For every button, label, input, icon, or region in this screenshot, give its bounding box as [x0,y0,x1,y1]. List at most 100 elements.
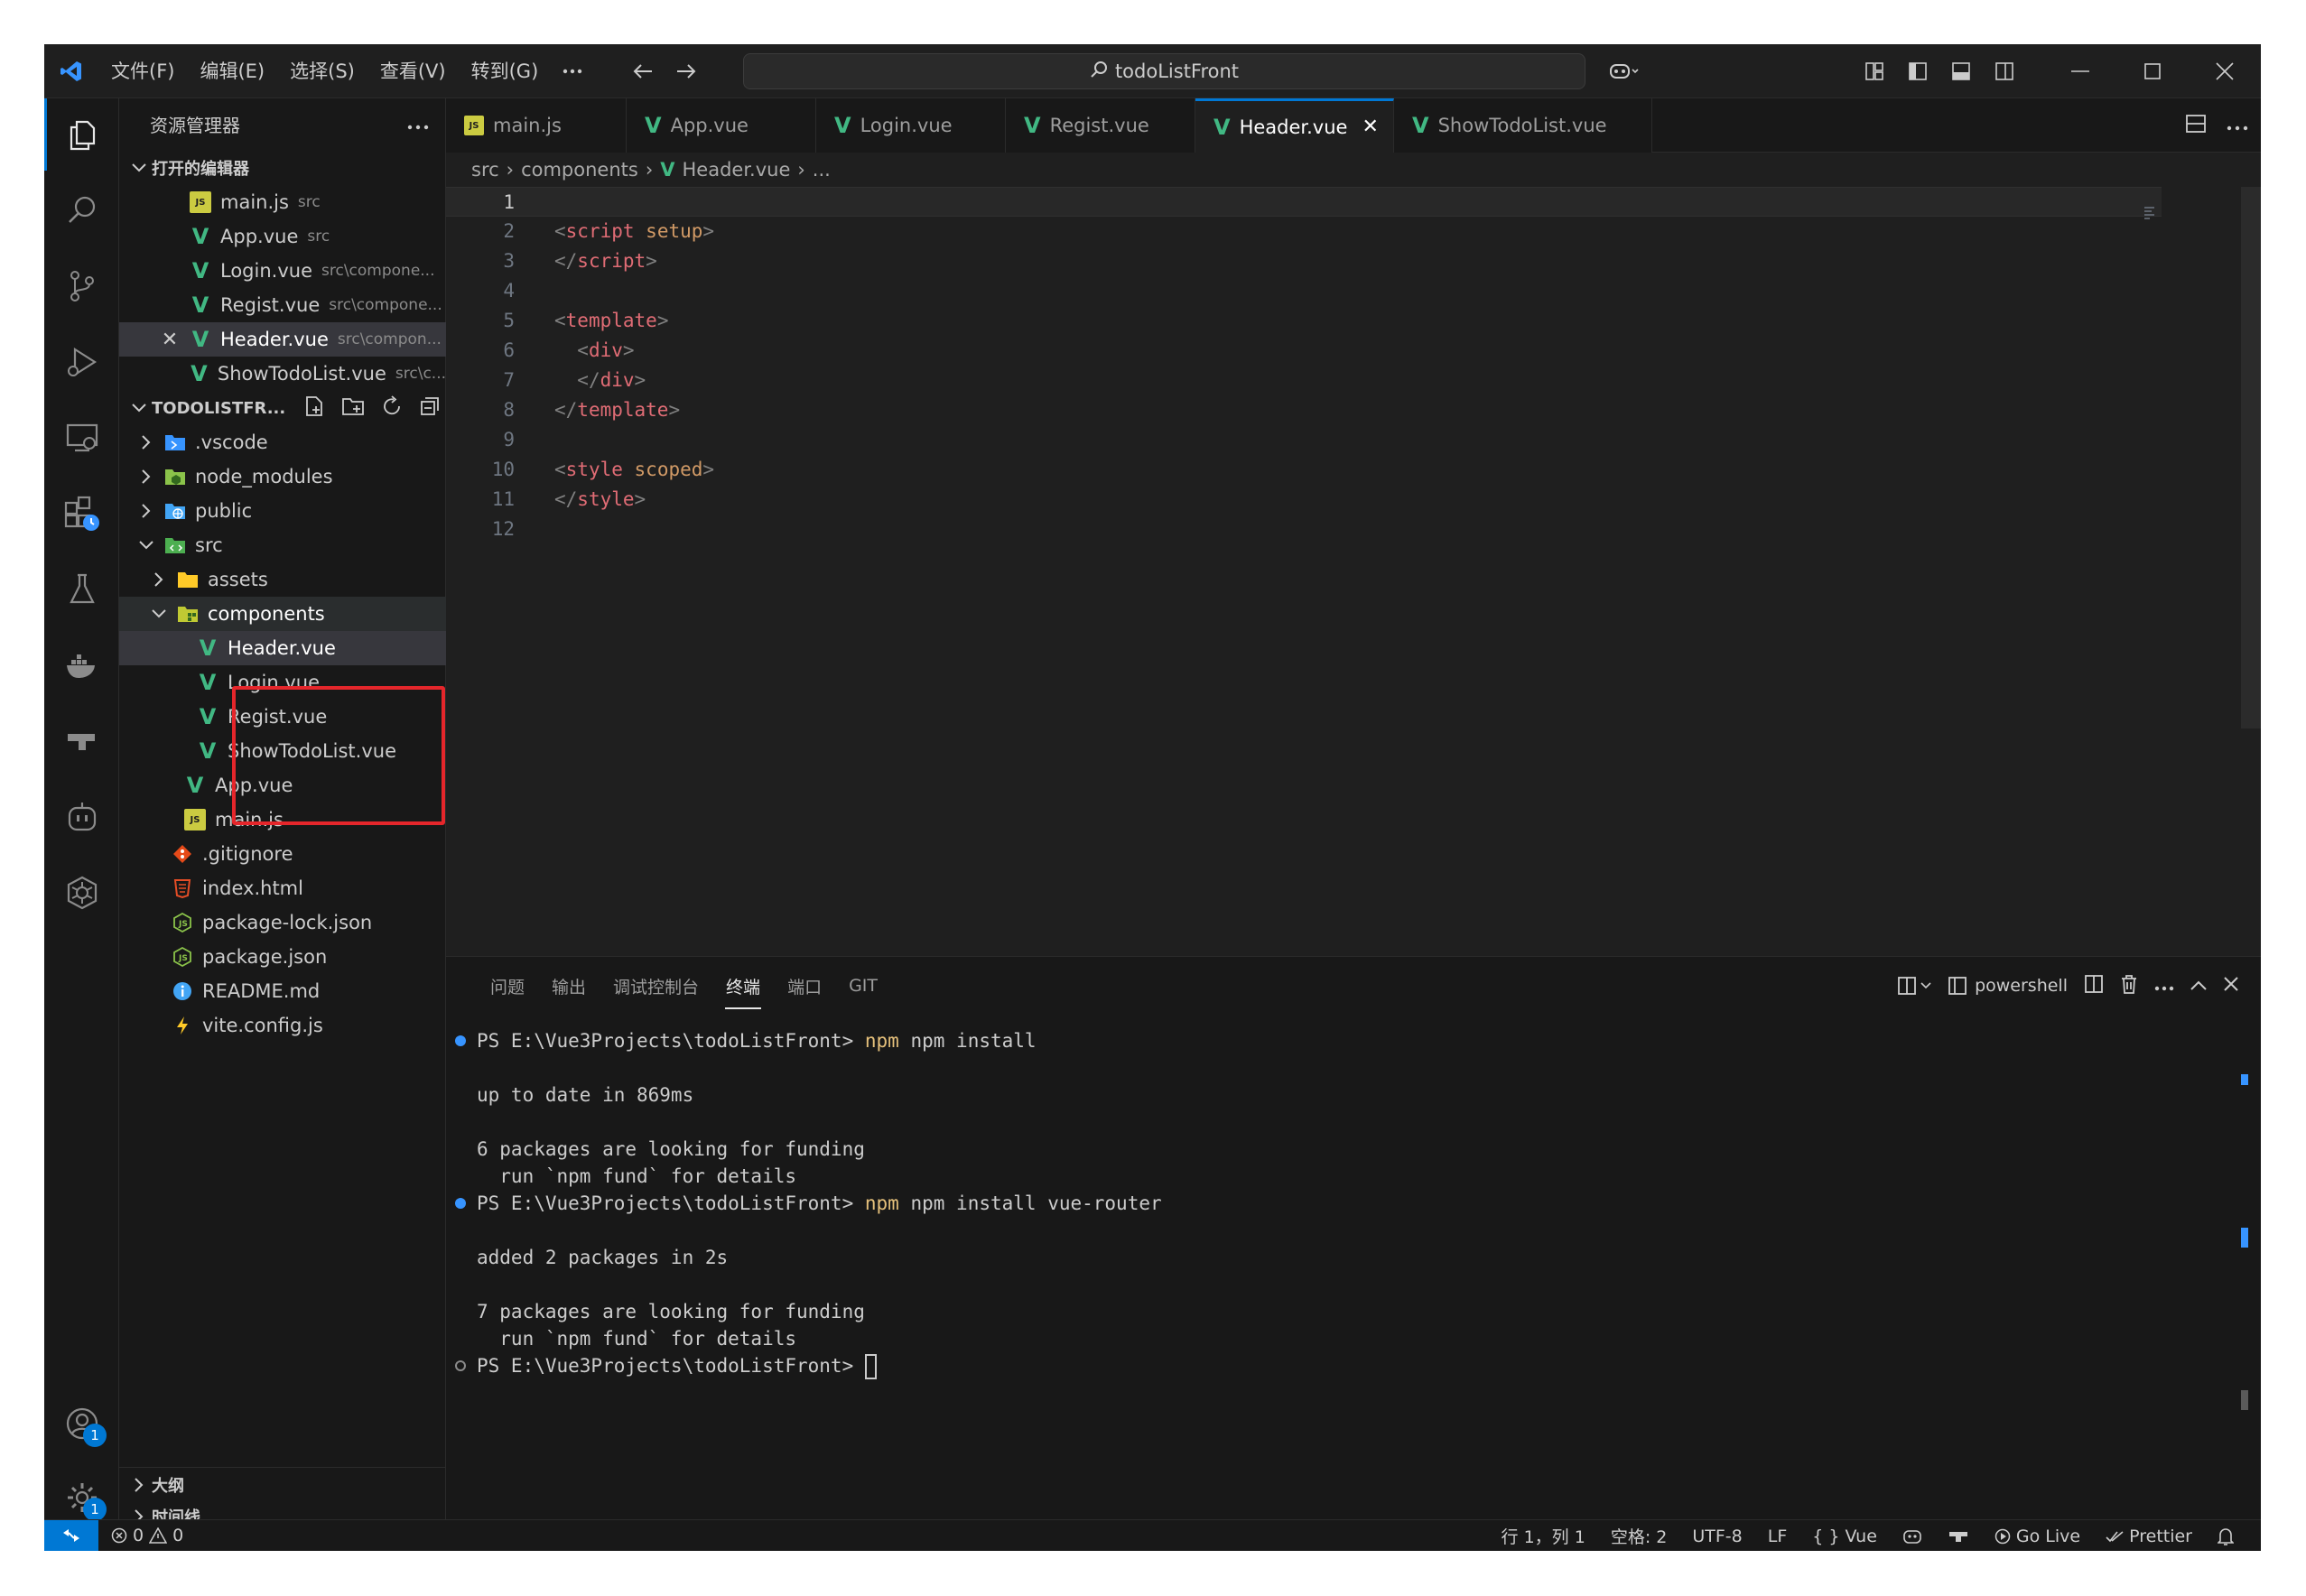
end-of-line[interactable]: LF [1755,1526,1800,1546]
open-editor-item[interactable]: V ShowTodoList.vue src\c... [119,357,446,391]
breadcrumb-components[interactable]: components [521,159,638,181]
open-editor-item[interactable]: V App.vue src [119,219,446,254]
tree-item-file[interactable]: vite.config.js [119,1008,446,1043]
open-editor-item[interactable]: JS main.js src [119,185,446,219]
command-center-search[interactable]: todoListFront [743,53,1585,89]
copilot-status-icon[interactable] [1890,1528,1935,1545]
tab-problems[interactable]: 问题 [477,967,538,1006]
indentation[interactable]: 空格: 2 [1598,1524,1680,1548]
source-control-icon[interactable] [44,250,119,322]
problems-status[interactable]: 0 0 [98,1526,196,1545]
live-share-icon[interactable] [44,705,119,777]
back-arrow-icon[interactable] [621,53,665,89]
new-folder-icon[interactable] [341,395,365,422]
split-terminal-icon[interactable] [2084,974,2104,998]
minimize-icon[interactable] [2044,44,2116,98]
tree-item-file[interactable]: V App.vue [119,768,446,803]
tab-header-vue[interactable]: V Header.vue ✕ [1195,98,1394,153]
explorer-icon[interactable] [44,98,119,171]
testing-icon[interactable] [44,553,119,626]
language-mode[interactable]: { } Vue [1799,1526,1890,1546]
forward-arrow-icon[interactable] [665,53,708,89]
tab-terminal[interactable]: 终端 [712,967,774,1009]
cursor-position[interactable]: 行 1，列 1 [1489,1524,1598,1548]
close-panel-icon[interactable] [2223,976,2239,997]
more-menu-icon[interactable] [551,53,594,89]
close-tab-icon[interactable]: ✕ [1362,116,1378,138]
project-header[interactable]: TODOLISTFR... [119,391,446,425]
tree-item-file[interactable]: JS package.json [119,940,446,974]
tree-item-folder[interactable]: components [119,597,446,631]
tree-item-folder[interactable]: assets [119,562,446,597]
tree-item-file[interactable]: index.html [119,871,446,905]
tree-item-file[interactable]: V Regist.vue [119,700,446,734]
docker-icon[interactable] [44,629,119,701]
tab-output[interactable]: 输出 [538,967,600,1006]
tree-item-file[interactable]: JS package-lock.json [119,905,446,940]
tab-login-vue[interactable]: V Login.vue [816,98,1006,153]
editor-scrollbar[interactable] [2241,187,2261,728]
open-editor-item[interactable]: V Regist.vue src\compone... [119,288,446,322]
tab-debug-console[interactable]: 调试控制台 [600,967,712,1006]
tree-item-folder[interactable]: .vscode [119,425,446,459]
accounts-icon[interactable]: 1 [44,1387,119,1460]
toggle-sidebar-icon[interactable] [1896,53,1939,89]
new-terminal-dropdown[interactable] [1897,976,1931,996]
tree-item-file[interactable]: README.md [119,974,446,1008]
tab-main-js[interactable]: JS main.js [446,98,627,153]
breadcrumb-file[interactable]: Header.vue [683,159,791,181]
remote-indicator-icon[interactable] [44,1519,98,1551]
tree-item-file[interactable]: V Login.vue [119,665,446,700]
tree-item-folder[interactable]: node_modules [119,459,446,494]
maximize-panel-icon[interactable] [2190,976,2207,996]
search-icon[interactable] [44,174,119,246]
tree-item-file-active[interactable]: V Header.vue [119,631,446,665]
split-editor-icon[interactable] [2185,114,2207,137]
trash-icon[interactable] [2120,974,2138,998]
customize-layout-icon[interactable] [1853,53,1896,89]
open-editor-item-active[interactable]: ✕ V Header.vue src\compon... [119,322,446,357]
code-editor[interactable]: 1 2 <script setup> 3 </script> 4 5 <templat… [446,187,2261,956]
extensions-icon[interactable] [44,478,119,550]
kubernetes-icon[interactable] [44,857,119,929]
encoding[interactable]: UTF-8 [1679,1526,1754,1546]
remote-explorer-icon[interactable] [44,402,119,474]
menu-edit[interactable]: 编辑(E) [187,53,277,89]
open-editors-header[interactable]: 打开的编辑器 [119,151,446,185]
tree-item-file[interactable]: V ShowTodoList.vue [119,734,446,768]
close-window-icon[interactable] [2189,44,2261,98]
run-debug-icon[interactable] [44,326,119,398]
tab-showtodolist-vue[interactable]: V ShowTodoList.vue [1394,98,1652,153]
toggle-panel-icon[interactable] [1939,53,1983,89]
notifications-bell-icon[interactable] [2205,1527,2246,1545]
new-file-icon[interactable] [303,395,325,422]
tree-item-file[interactable]: JS main.js [119,803,446,837]
more-actions-icon[interactable] [407,113,429,135]
toggle-secondary-sidebar-icon[interactable] [1983,53,2026,89]
tab-app-vue[interactable]: V App.vue [627,98,816,153]
prettier-status[interactable]: Prettier [2093,1526,2205,1546]
menu-go[interactable]: 转到(G) [459,53,552,89]
menu-view[interactable]: 查看(V) [367,53,459,89]
refresh-icon[interactable] [381,394,403,422]
copilot-icon[interactable] [1597,53,1651,89]
live-share-status-icon[interactable] [1935,1529,1982,1544]
open-editor-item[interactable]: V Login.vue src\compone... [119,254,446,288]
tree-item-folder[interactable]: src [119,528,446,562]
maximize-icon[interactable] [2116,44,2189,98]
terminal-output[interactable]: PS E:\Vue3Projects\todoListFront> npm np… [446,1027,2234,1379]
breadcrumb-src[interactable]: src [471,159,499,181]
outline-header[interactable]: 大纲 [119,1467,446,1501]
tab-regist-vue[interactable]: V Regist.vue [1006,98,1195,153]
terminal-instance[interactable]: powershell [1948,976,2068,996]
tab-ports[interactable]: 端口 [774,967,835,1006]
collapse-all-icon[interactable] [419,395,441,422]
more-actions-icon[interactable] [2154,976,2174,996]
more-actions-icon[interactable] [2227,117,2248,135]
copilot-chat-icon[interactable] [44,781,119,853]
tab-git[interactable]: GIT [835,969,891,1003]
menu-selection[interactable]: 选择(S) [277,53,367,89]
tree-item-file[interactable]: .gitignore [119,837,446,871]
go-live-button[interactable]: Go Live [1982,1526,2093,1546]
close-editor-icon[interactable]: ✕ [159,329,181,351]
